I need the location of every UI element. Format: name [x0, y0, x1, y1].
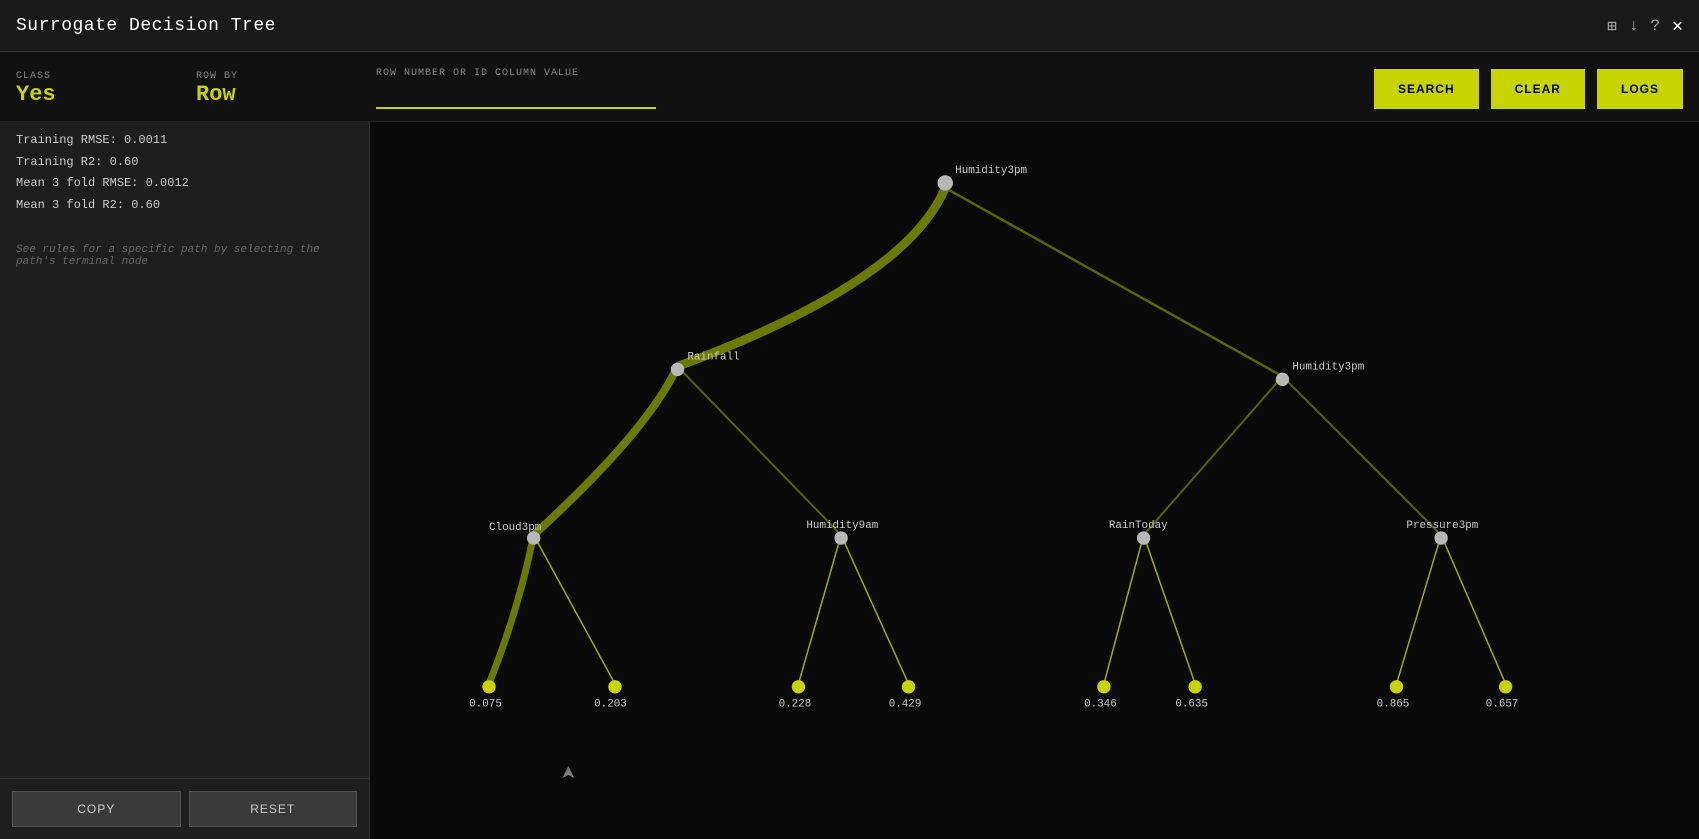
leaf4-node[interactable]: [903, 681, 915, 693]
left-panel: Training RMSE: 0.0011 Training R2: 0.60 …: [0, 122, 370, 839]
logs-button[interactable]: LOGS: [1597, 69, 1683, 109]
search-button[interactable]: SEARCH: [1374, 69, 1479, 109]
node-l1left-label: Rainfall: [687, 352, 739, 364]
node-l2rl-label: RainToday: [1109, 520, 1168, 532]
left-panel-footer: COPY RESET: [0, 778, 369, 839]
training-rmse: Training RMSE: 0.0011: [16, 130, 353, 152]
leaf1-label: 0.075: [469, 699, 502, 711]
row-by-label: ROW BY: [196, 71, 356, 82]
leaf6-node[interactable]: [1189, 681, 1201, 693]
main-area: Training RMSE: 0.0011 Training R2: 0.60 …: [0, 122, 1699, 839]
reset-button[interactable]: RESET: [189, 791, 358, 827]
row-number-input[interactable]: [376, 83, 656, 109]
edge-l2ll-leaf1: [489, 535, 534, 684]
node-l2rl[interactable]: [1138, 532, 1150, 544]
leaf5-label: 0.346: [1084, 699, 1117, 711]
edge-l1left-l2lr: [677, 366, 841, 535]
training-r2: Training R2: 0.60: [16, 152, 353, 174]
leaf7-label: 0.865: [1377, 699, 1410, 711]
title-bar-icons: ⊞ ↓ ? ✕: [1607, 15, 1683, 37]
leaf1-node[interactable]: [483, 681, 495, 693]
class-section: CLASS Yes: [16, 71, 176, 107]
header-row: CLASS Yes ROW BY Row ROW NUMBER OR ID CO…: [0, 52, 1699, 122]
edge-l1right-l2rl: [1144, 376, 1283, 535]
clear-button[interactable]: CLEAR: [1491, 69, 1585, 109]
leaf5-node[interactable]: [1098, 681, 1110, 693]
row-by-value: Row: [196, 82, 356, 107]
edge-l2rr-leaf7: [1397, 535, 1442, 684]
edge-l2lr-leaf4: [841, 535, 908, 684]
leaf3-node[interactable]: [793, 681, 805, 693]
edge-l2lr-leaf3: [798, 535, 841, 684]
title-bar: Surrogate Decision Tree ⊞ ↓ ? ✕: [0, 0, 1699, 52]
node-l2rr-label: Pressure3pm: [1406, 520, 1478, 532]
node-l2rr[interactable]: [1435, 532, 1447, 544]
edge-l2rl-leaf6: [1144, 535, 1196, 684]
app-title: Surrogate Decision Tree: [16, 16, 276, 36]
node-root-label: Humidity3pm: [955, 165, 1027, 177]
node-root[interactable]: [938, 176, 952, 190]
leaf7-node[interactable]: [1391, 681, 1403, 693]
node-l2lr-label: Humidity9am: [806, 520, 878, 532]
edge-l1left-l2ll-heavy: [534, 366, 678, 535]
class-label: CLASS: [16, 71, 176, 82]
node-l2ll-label: Cloud3pm: [489, 522, 541, 534]
node-l1right[interactable]: [1276, 373, 1288, 385]
close-icon[interactable]: ✕: [1672, 15, 1683, 37]
row-input-section: ROW NUMBER OR ID COLUMN VALUE: [376, 68, 1354, 109]
row-by-section: ROW BY Row: [196, 71, 356, 107]
edge-l2ll-leaf2: [534, 535, 615, 684]
row-input-label: ROW NUMBER OR ID COLUMN VALUE: [376, 68, 1354, 79]
leaf3-label: 0.228: [779, 699, 812, 711]
node-l2lr[interactable]: [835, 532, 847, 544]
leaf8-node[interactable]: [1500, 681, 1512, 693]
cursor-icon: [562, 766, 574, 778]
node-l1left[interactable]: [672, 363, 684, 375]
leaf8-label: 0.657: [1486, 699, 1519, 711]
download-icon[interactable]: ↓: [1629, 17, 1639, 35]
copy-button[interactable]: COPY: [12, 791, 181, 827]
grid-icon[interactable]: ⊞: [1607, 16, 1617, 36]
tree-canvas: Humidity3pm Rainfall Humidity3pm Cloud3p…: [370, 122, 1699, 839]
leaf6-label: 0.635: [1175, 699, 1208, 711]
edge-l1right-l2rr: [1282, 376, 1441, 535]
left-panel-content: See rules for a specific path by selecti…: [0, 224, 369, 778]
edge-root-l1right: [945, 188, 1282, 376]
edge-root-l1left-heavy: [677, 188, 945, 367]
node-l1right-label: Humidity3pm: [1292, 361, 1364, 373]
leaf4-label: 0.429: [889, 699, 922, 711]
mean-fold-r2: Mean 3 fold R2: 0.60: [16, 195, 353, 217]
edge-l2rl-leaf5: [1104, 535, 1144, 684]
leaf2-node[interactable]: [609, 681, 621, 693]
tree-svg: Humidity3pm Rainfall Humidity3pm Cloud3p…: [370, 122, 1699, 839]
edge-l2rr-leaf8: [1441, 535, 1505, 684]
class-value: Yes: [16, 82, 176, 107]
leaf2-label: 0.203: [594, 699, 627, 711]
mean-fold-rmse: Mean 3 fold RMSE: 0.0012: [16, 173, 353, 195]
metrics-section: Training RMSE: 0.0011 Training R2: 0.60 …: [0, 122, 369, 224]
rule-hint: See rules for a specific path by selecti…: [12, 236, 357, 276]
header-buttons: SEARCH CLEAR LOGS: [1374, 69, 1683, 109]
help-icon[interactable]: ?: [1651, 17, 1661, 35]
